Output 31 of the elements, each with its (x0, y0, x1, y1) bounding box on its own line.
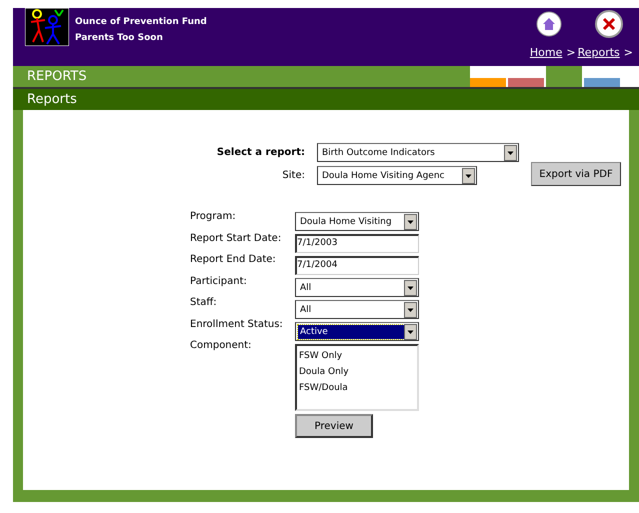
org-name: Ounce of Prevention Fund (75, 16, 207, 29)
text-input[interactable]: 7/1/2003 (295, 234, 419, 253)
text-input[interactable]: 7/1/2004 (295, 256, 419, 275)
export-pdf-button[interactable]: Export via PDF (531, 162, 621, 186)
dropdown[interactable]: All (295, 300, 419, 319)
dropdown[interactable]: Active (295, 322, 419, 341)
field-label: Participant: (190, 276, 248, 288)
field-label: Report Start Date: (190, 232, 282, 246)
breadcrumb-separator: > (624, 46, 633, 59)
field-label: Report End Date: (190, 254, 277, 267)
list-option[interactable]: FSW/Doula (298, 380, 416, 396)
program-name: Parents Too Soon (75, 32, 164, 45)
preview-button[interactable]: Preview (295, 414, 373, 438)
list-option[interactable]: FSW Only (298, 348, 416, 364)
field-label: Select a report: (216, 146, 305, 160)
crumb-link[interactable]: Home (530, 46, 562, 59)
field-label: Program: (190, 211, 237, 224)
dropdown[interactable]: Doula Home Visiting Agenc (317, 166, 477, 185)
section-title-bar: REPORTS (13, 66, 470, 87)
field-label: Site: (282, 169, 305, 183)
list-option[interactable]: Doula Only (298, 364, 416, 380)
field-label: Staff: (190, 297, 218, 310)
dropdown[interactable]: Doula Home Visiting (295, 212, 419, 231)
breadcrumb-separator: > (566, 46, 576, 59)
list-box[interactable]: FSW Only Doula Only FSW/Doula (295, 344, 419, 411)
field-label: Component: (190, 340, 252, 353)
page-title-bar: Reports (13, 89, 639, 110)
crumb-link[interactable]: Reports (578, 46, 620, 59)
dropdown[interactable]: Birth Outcome Indicators (317, 143, 519, 162)
dropdown[interactable]: All (295, 278, 419, 297)
field-label: Enrollment Status: (190, 318, 284, 332)
